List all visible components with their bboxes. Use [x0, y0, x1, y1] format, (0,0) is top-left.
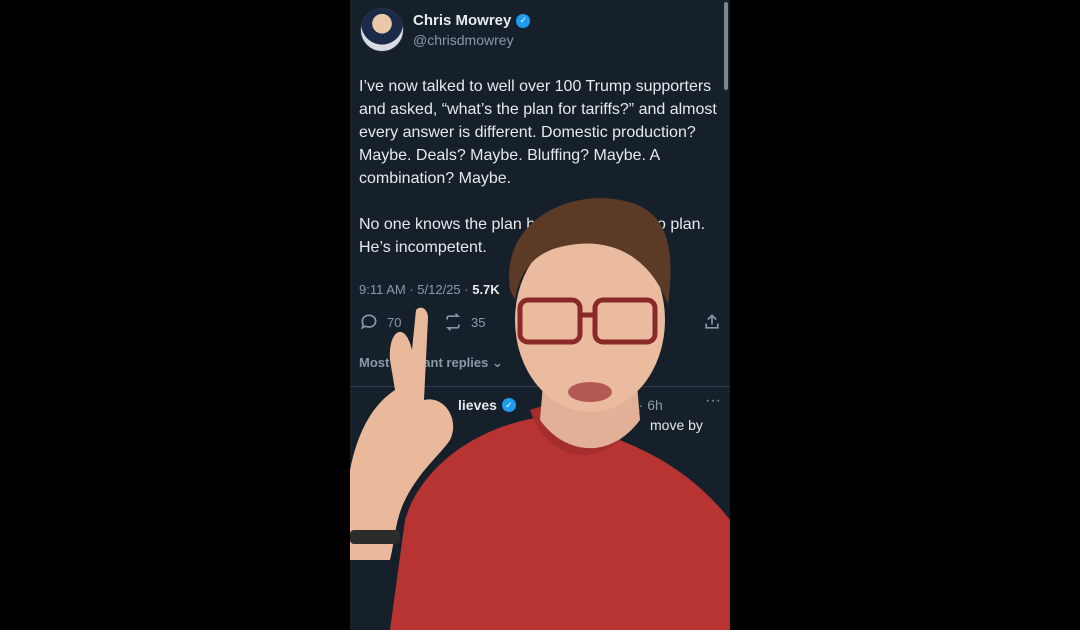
video-frame: Chris Mowrey ✓ @chrisdmowrey I’ve now ta… [0, 0, 1080, 630]
mouth [568, 382, 612, 402]
watch [350, 530, 400, 544]
tweet-screenshot: Chris Mowrey ✓ @chrisdmowrey I’ve now ta… [350, 0, 730, 630]
creator-overlay [350, 198, 730, 630]
